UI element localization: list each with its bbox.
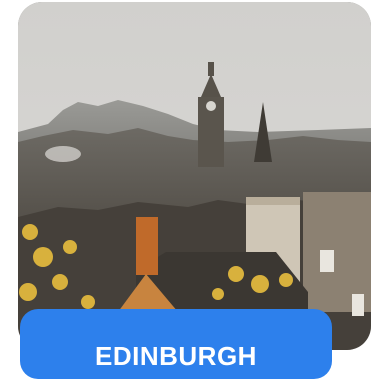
city-card[interactable] <box>18 2 371 350</box>
edinburgh-skyline-photo <box>18 2 371 350</box>
city-name-button[interactable]: EDINBURGH <box>20 309 332 379</box>
